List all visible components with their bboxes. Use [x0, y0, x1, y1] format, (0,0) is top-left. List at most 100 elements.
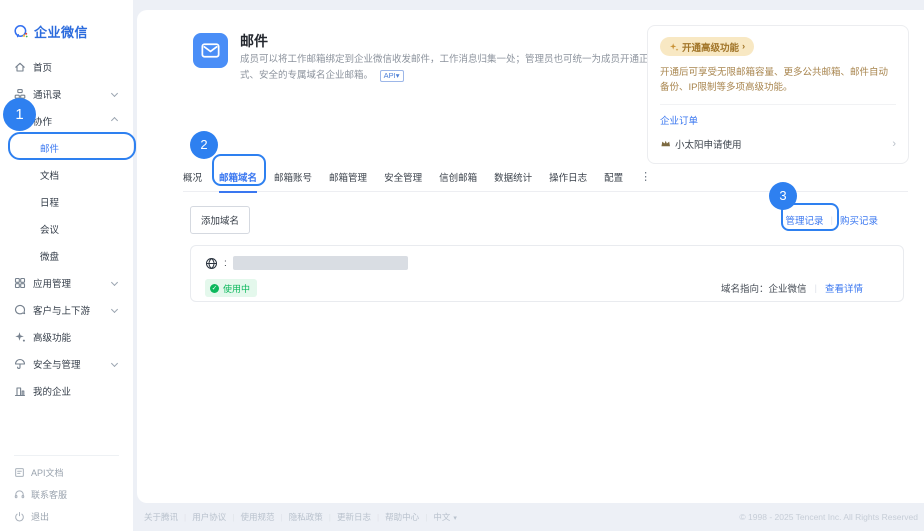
request-usage-row[interactable]: 小太阳申请使用 ›	[660, 137, 896, 151]
sidebar-item-schedule[interactable]: 日程	[0, 188, 133, 215]
chevron-down-icon	[111, 279, 118, 286]
sidebar-item-label: 首页	[33, 60, 52, 74]
sidebar-item-label: 会议	[40, 222, 59, 236]
panel-divider	[660, 104, 896, 105]
annotation-box-domain-tab	[212, 154, 266, 186]
sidebar: 企业微信 首页 通讯录 协作 邮件 文档 日程 会议 微盘	[0, 0, 133, 531]
purchase-records-link[interactable]: 购买记录	[840, 213, 878, 227]
logo-text: 企业微信	[34, 22, 88, 41]
footer-link-user-agreement[interactable]: 用户协议	[192, 511, 226, 523]
chevron-right-icon: ›	[742, 41, 745, 52]
open-premium-button[interactable]: 开通高级功能 ›	[660, 37, 754, 56]
tab-mail-accounts[interactable]: 邮箱账号	[274, 162, 312, 192]
building-icon	[14, 385, 26, 397]
chevron-down-icon: ▾	[453, 515, 457, 522]
premium-badge-label: 开通高级功能	[682, 40, 739, 54]
wecom-logo[interactable]: 企业微信	[0, 0, 133, 41]
premium-panel: 开通高级功能 › 开通后可享受无限邮箱容量、更多公共邮箱、邮件自动备份、IP限制…	[647, 25, 909, 164]
sidebar-item-meeting[interactable]: 会议	[0, 215, 133, 242]
annotation-box-manage-records	[781, 203, 839, 231]
tab-configuration[interactable]: 配置	[604, 162, 623, 192]
sidebar-item-label: API文档	[31, 466, 64, 479]
tab-data-statistics[interactable]: 数据统计	[494, 162, 532, 192]
sidebar-item-app-management[interactable]: 应用管理	[0, 269, 133, 296]
headset-icon	[14, 489, 25, 500]
footer-link-usage-rules[interactable]: 使用规范	[240, 511, 274, 523]
sparkle-icon	[669, 42, 679, 52]
domain-status-row: ✓ 使用中 域名指向： 企业微信 | 查看详情	[205, 279, 889, 297]
wecom-bubble-icon	[13, 24, 29, 40]
document-icon	[14, 467, 25, 478]
tab-mail-management[interactable]: 邮箱管理	[329, 162, 367, 192]
sparkle-icon	[14, 331, 26, 343]
pointing-value: 企业微信	[769, 281, 807, 295]
tab-overview[interactable]: 概况	[183, 162, 202, 192]
annotation-circle-1: 1	[3, 98, 36, 131]
enterprise-order-link[interactable]: 企业订单	[660, 113, 896, 127]
sidebar-item-drive[interactable]: 微盘	[0, 242, 133, 269]
globe-icon	[205, 257, 218, 270]
sidebar-item-customers[interactable]: 客户与上下游	[0, 296, 133, 323]
home-icon	[14, 61, 26, 73]
domain-pointing-info: 域名指向： 企业微信 | 查看详情	[721, 281, 889, 295]
more-tabs-icon[interactable]: ⋮	[640, 170, 651, 183]
sidebar-item-docs[interactable]: 文档	[0, 161, 133, 188]
sidebar-item-logout[interactable]: 退出	[0, 505, 133, 527]
api-dropdown-badge[interactable]: API▾	[380, 70, 404, 82]
mail-app-icon	[193, 33, 228, 68]
annotation-box-mail-item	[8, 132, 136, 160]
sidebar-item-label: 文档	[40, 168, 59, 182]
domain-card: : ✓ 使用中 域名指向： 企业微信 | 查看详情	[190, 245, 904, 302]
tab-xinchuang-mail[interactable]: 信创邮箱	[439, 162, 477, 192]
chevron-right-icon: ›	[892, 138, 896, 150]
chat-bubble-icon	[14, 304, 26, 316]
sidebar-item-api-docs[interactable]: API文档	[0, 461, 133, 483]
tab-bar: 概况 邮箱域名 邮箱账号 邮箱管理 安全管理 信创邮箱 数据统计 操作日志 配置…	[183, 162, 908, 192]
pointing-label: 域名指向：	[721, 281, 769, 295]
sidebar-item-home[interactable]: 首页	[0, 53, 133, 80]
crown-icon	[660, 138, 671, 149]
footer-link-changelog[interactable]: 更新日志	[337, 511, 371, 523]
sidebar-item-contact-support[interactable]: 联系客服	[0, 483, 133, 505]
divider: |	[184, 512, 186, 522]
main-panel: 邮件 成员可以将工作邮箱绑定到企业微信收发邮件，工作消息归集一处；管理员也可统一…	[137, 10, 924, 503]
footer-link-privacy-policy[interactable]: 隐私政策	[289, 511, 323, 523]
grid-icon	[14, 277, 26, 289]
page-description-text: 成员可以将工作邮箱绑定到企业微信收发邮件，工作消息归集一处；管理员也可统一为成员…	[240, 54, 649, 81]
add-domain-button[interactable]: 添加域名	[190, 206, 250, 234]
divider: |	[815, 283, 817, 294]
power-icon	[14, 511, 25, 522]
footer-link-about-tencent[interactable]: 关于腾讯	[144, 511, 178, 523]
sidebar-item-label: 应用管理	[33, 276, 71, 290]
divider: |	[425, 512, 427, 522]
umbrella-icon	[14, 358, 26, 370]
page-description: 成员可以将工作邮箱绑定到企业微信收发邮件，工作消息归集一处；管理员也可统一为成员…	[240, 52, 660, 84]
language-selector[interactable]: 中文▾	[433, 511, 457, 523]
sidebar-item-security-management[interactable]: 安全与管理	[0, 350, 133, 377]
sidebar-item-label: 客户与上下游	[33, 303, 90, 317]
domain-row: :	[205, 256, 889, 270]
sidebar-footer: API文档 联系客服 退出	[0, 455, 133, 527]
divider: |	[280, 512, 282, 522]
sidebar-item-my-enterprise[interactable]: 我的企业	[0, 377, 133, 404]
premium-description: 开通后可享受无限邮箱容量、更多公共邮箱、邮件自动备份、IP限制等多项高级功能。	[660, 65, 896, 95]
sidebar-item-label: 退出	[31, 510, 49, 523]
sidebar-item-label: 通讯录	[33, 87, 62, 101]
divider: |	[329, 512, 331, 522]
check-icon: ✓	[210, 284, 219, 293]
sidebar-item-label: 安全与管理	[33, 357, 81, 371]
view-details-link[interactable]: 查看详情	[825, 281, 863, 295]
tab-security-management[interactable]: 安全管理	[384, 162, 422, 192]
sidebar-item-label: 高级功能	[33, 330, 71, 344]
status-label: 使用中	[223, 282, 250, 295]
chevron-down-icon	[111, 306, 118, 313]
chevron-down-icon	[111, 90, 118, 97]
tab-operation-logs[interactable]: 操作日志	[549, 162, 587, 192]
status-badge: ✓ 使用中	[205, 279, 257, 297]
page-title: 邮件	[240, 31, 268, 51]
annotation-circle-2: 2	[190, 131, 218, 159]
sidebar-item-label: 我的企业	[33, 384, 71, 398]
sidebar-item-label: 微盘	[40, 249, 59, 263]
sidebar-item-advanced-features[interactable]: 高级功能	[0, 323, 133, 350]
footer-link-help-center[interactable]: 帮助中心	[385, 511, 419, 523]
